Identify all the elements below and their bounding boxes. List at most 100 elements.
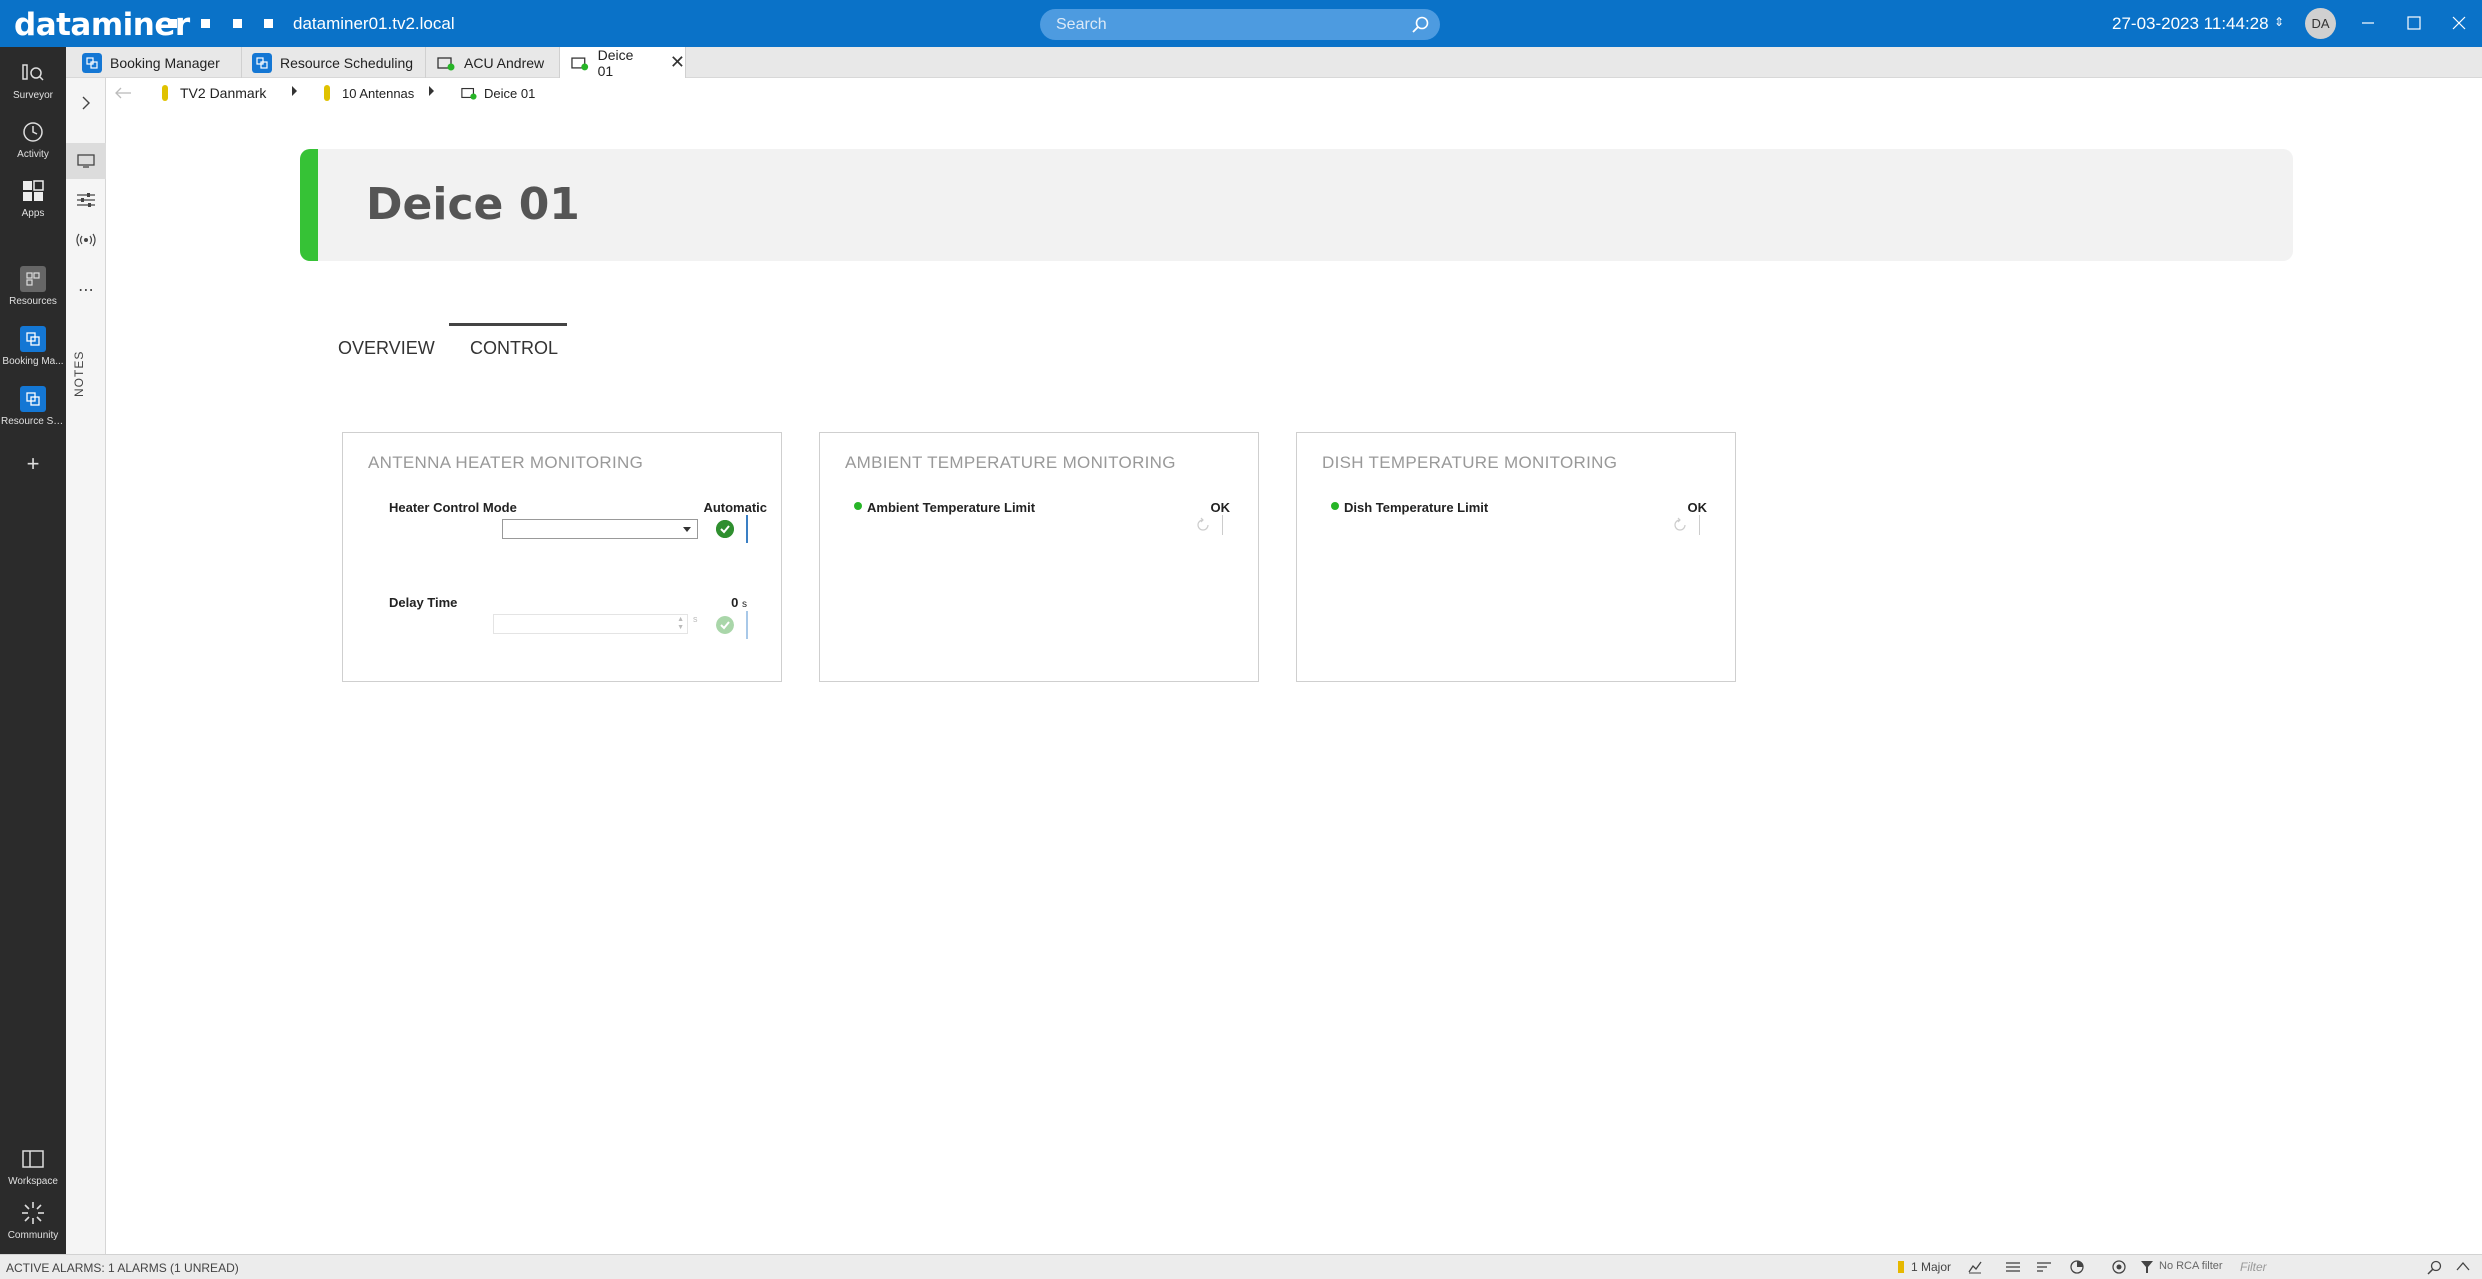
tab-label: ACU Andrew <box>464 54 545 71</box>
maximize-icon[interactable] <box>2399 8 2429 38</box>
app-resources[interactable]: Resources <box>0 265 66 307</box>
tab-bar: Booking Manager Resource Scheduling ACU … <box>66 47 2482 79</box>
chevron-up-icon[interactable] <box>2456 1261 2470 1271</box>
breadcrumb-item-10-antennas[interactable]: 10 Antennas <box>324 85 414 101</box>
heater-control-mode-label: Heater Control Mode <box>389 500 517 515</box>
app-community[interactable]: Community <box>0 1199 66 1241</box>
tab-close-icon[interactable]: ✕ <box>670 52 685 73</box>
menu-square-icon[interactable] <box>168 19 177 28</box>
expand-button[interactable] <box>66 85 106 121</box>
close-icon[interactable] <box>2444 8 2474 38</box>
heater-control-mode-value: Automatic <box>703 500 767 515</box>
search-icon[interactable] <box>1410 15 1430 35</box>
element-icon <box>571 56 589 70</box>
community-icon <box>22 1202 44 1224</box>
spinner-arrows-icon[interactable]: ▲ ▼ <box>677 616 684 632</box>
element-title: Deice 01 <box>366 179 580 230</box>
add-app-button[interactable]: + <box>0 451 66 477</box>
rca-icon[interactable] <box>2112 1260 2126 1274</box>
breadcrumb-arrow-icon[interactable] <box>429 86 434 96</box>
chevron-updown-icon[interactable]: ⇕ <box>2274 15 2284 29</box>
activity-icon <box>23 122 43 142</box>
breadcrumb-arrow-icon[interactable] <box>292 86 297 96</box>
sort-icon[interactable] <box>2037 1261 2051 1273</box>
clock: 27-03-2023 11:44:28 <box>2112 14 2269 33</box>
search-box[interactable] <box>1040 9 1440 40</box>
ambient-temperature-limit-value: OK <box>1210 500 1231 515</box>
tab-acu-andrew[interactable]: ACU Andrew <box>426 47 560 78</box>
menu-square-icon[interactable] <box>201 19 210 28</box>
broadcast-icon <box>76 233 96 247</box>
status-dot <box>854 502 862 510</box>
active-alarms-text[interactable]: ACTIVE ALARMS: 1 ALARMS (1 UNREAD) <box>6 1261 239 1275</box>
confirm-check-icon[interactable] <box>716 616 734 634</box>
view-icon <box>324 85 330 101</box>
app-resource-scheduling[interactable]: Resource Sc... <box>0 385 66 427</box>
delay-time-input[interactable]: ▲ ▼ <box>493 614 688 634</box>
card-view-button[interactable] <box>66 143 106 179</box>
card-title: AMBIENT TEMPERATURE MONITORING <box>845 453 1176 472</box>
notes-tab[interactable]: NOTES <box>72 351 86 397</box>
apps-icon <box>23 180 44 201</box>
breadcrumb-item-tv2-danmark[interactable]: TV2 Danmark <box>162 85 266 101</box>
app-activity[interactable]: Activity <box>0 118 66 160</box>
chevron-down-icon <box>683 527 691 532</box>
back-arrow-icon[interactable] <box>114 86 132 100</box>
active-tab-indicator <box>449 323 567 326</box>
more-button[interactable]: ⋯ <box>66 272 106 308</box>
card-title: DISH TEMPERATURE MONITORING <box>1322 453 1618 472</box>
tab-deice-01[interactable]: Deice 01 ✕ <box>560 47 686 79</box>
pie-chart-icon[interactable] <box>2070 1260 2084 1274</box>
dataminer-logo: dataminer <box>14 7 190 43</box>
list-icon[interactable] <box>2006 1261 2020 1273</box>
write-indicator <box>746 515 748 543</box>
status-dot <box>1331 502 1339 510</box>
tab-overview[interactable]: OVERVIEW <box>338 338 435 359</box>
dish-temperature-limit-label: Dish Temperature Limit <box>1344 500 1489 515</box>
breadcrumb-label: TV2 Danmark <box>180 85 267 101</box>
secondary-sidebar: ⋯ NOTES <box>66 47 106 1254</box>
dish-temperature-limit-value: OK <box>1687 500 1708 515</box>
app-label: Community <box>7 1230 59 1241</box>
menu-square-icon[interactable] <box>233 19 242 28</box>
app-workspace[interactable]: Workspace <box>0 1145 66 1187</box>
trend-icon[interactable] <box>1968 1260 1982 1274</box>
app-label: Workspace <box>8 1176 58 1187</box>
rca-filter-text[interactable]: No RCA filter <box>2159 1260 2223 1272</box>
breadcrumb-item-deice-01[interactable]: Deice 01 <box>460 85 535 101</box>
alarm-filter-input[interactable] <box>2240 1257 2420 1277</box>
refresh-icon[interactable] <box>1672 517 1688 533</box>
app-label: Apps <box>21 208 45 219</box>
app-surveyor[interactable]: Surveyor <box>0 59 66 101</box>
search-icon[interactable] <box>2426 1260 2442 1276</box>
tab-control[interactable]: CONTROL <box>470 338 558 359</box>
settings-button[interactable] <box>66 182 106 218</box>
avatar[interactable]: DA <box>2305 8 2336 39</box>
delay-time-value: 0 s <box>717 595 747 610</box>
confirm-check-icon[interactable] <box>716 520 734 538</box>
minimize-icon[interactable] <box>2353 8 2383 38</box>
booking-manager-icon <box>20 326 46 352</box>
broadcast-button[interactable] <box>66 222 106 258</box>
filter-funnel-icon[interactable] <box>2140 1260 2154 1274</box>
tab-resource-scheduling[interactable]: Resource Scheduling <box>242 47 426 78</box>
booking-manager-icon <box>82 52 102 73</box>
major-alarm-count[interactable]: 1 Major <box>1911 1260 1951 1274</box>
sliders-icon <box>77 193 95 207</box>
app-label: Surveyor <box>12 90 53 101</box>
heater-control-mode-dropdown[interactable] <box>502 519 698 539</box>
delay-time-unit: s <box>742 599 747 610</box>
breadcrumb-label: 10 Antennas <box>342 85 415 101</box>
app-booking-manager[interactable]: Booking Ma... <box>0 325 66 367</box>
title-bar: dataminer dataminer01.tv2.local 27-03-20… <box>0 0 2482 47</box>
app-label: Booking Ma... <box>2 356 64 367</box>
menu-square-icon[interactable] <box>264 19 273 28</box>
element-icon <box>461 87 477 100</box>
tab-booking-manager[interactable]: Booking Manager <box>72 47 242 78</box>
refresh-icon[interactable] <box>1195 517 1211 533</box>
app-label: Activity <box>17 149 49 160</box>
app-apps[interactable]: Apps <box>0 177 66 219</box>
app-sidebar: Surveyor Activity Apps Resources Booking… <box>0 47 66 1254</box>
view-icon <box>162 85 168 101</box>
search-input[interactable] <box>1056 14 1396 35</box>
